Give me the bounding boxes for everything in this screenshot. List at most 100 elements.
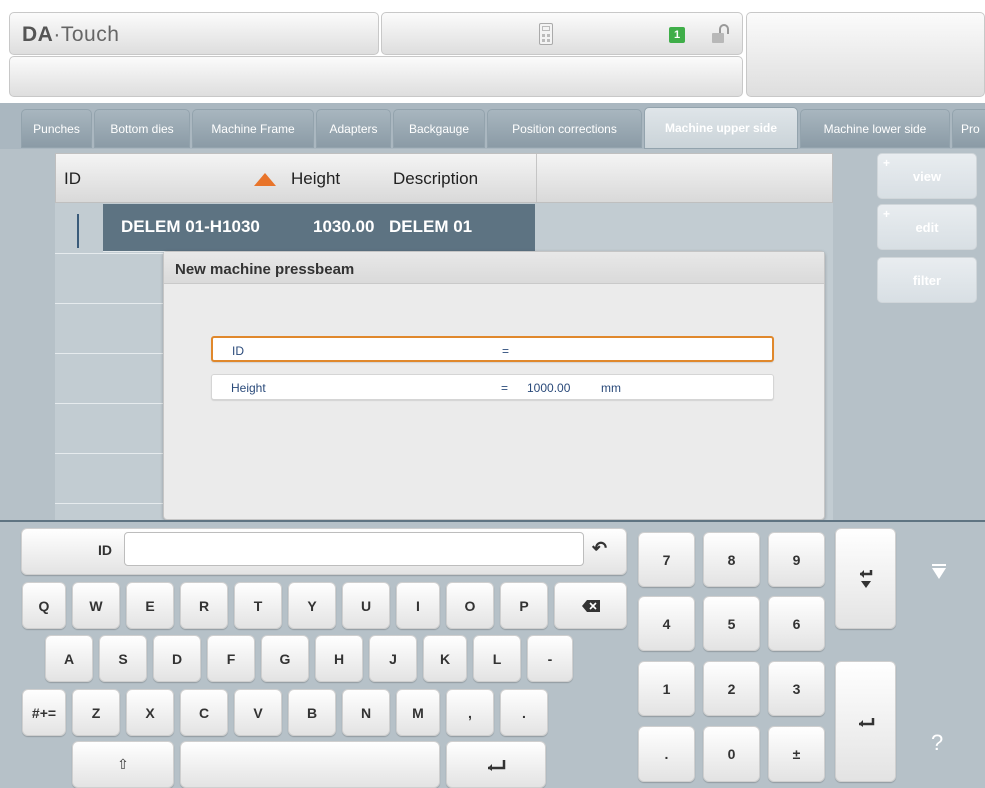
new-pressbeam-dialog: New machine pressbeam ID = Height = 1000… [163, 251, 825, 520]
view-button-label: view [912, 168, 942, 184]
edit-button[interactable]: + edit [877, 204, 977, 250]
key-t[interactable]: T [234, 582, 282, 629]
message-bar [9, 56, 743, 97]
undo-icon[interactable]: ↶ [592, 538, 607, 559]
table-header: ID Height Description [55, 153, 833, 203]
enter-next-key[interactable] [835, 528, 896, 629]
enter-confirm-key[interactable] [835, 661, 896, 782]
key-period[interactable]: . [500, 689, 548, 736]
key-d[interactable]: D [153, 635, 201, 682]
key-7[interactable]: 7 [638, 532, 695, 587]
key-dash[interactable]: - [527, 635, 573, 682]
tab-machine-frame[interactable]: Machine Frame [192, 109, 314, 148]
height-field[interactable]: Height = 1000.00 mm [211, 374, 774, 400]
key-y[interactable]: Y [288, 582, 336, 629]
table-row[interactable]: DELEM 01-H1030 1030.00 DELEM 01 [103, 204, 535, 252]
key-s[interactable]: S [99, 635, 147, 682]
key-w[interactable]: W [72, 582, 120, 629]
height-field-value: 1000.00 [527, 381, 571, 395]
app-window: { "header": { "logo_bold": "DA", "logo_r… [0, 0, 985, 788]
status-area: 1 [381, 12, 743, 55]
sort-ascending-icon [254, 173, 276, 186]
on-screen-keyboard: ID ↶ Q W E R T Y U I O P A S D F G H J K… [0, 520, 985, 788]
key-5[interactable]: 5 [703, 596, 760, 651]
key-plus-minus[interactable]: ± [768, 726, 825, 782]
height-field-label: Height [231, 381, 266, 395]
key-e[interactable]: E [126, 582, 174, 629]
calculator-icon[interactable] [539, 23, 553, 45]
height-field-equals: = [501, 381, 509, 395]
key-h[interactable]: H [315, 635, 363, 682]
cell-description: DELEM 01 [389, 217, 473, 236]
key-1[interactable]: 1 [638, 661, 695, 716]
tab-backgauge[interactable]: Backgauge [393, 109, 485, 148]
cell-id: DELEM 01-H1030 [121, 217, 260, 236]
column-header-id[interactable]: ID [64, 169, 81, 189]
key-f[interactable]: F [207, 635, 255, 682]
key-l[interactable]: L [473, 635, 521, 682]
column-header-description[interactable]: Description [393, 169, 478, 189]
tab-pro[interactable]: Pro [952, 109, 985, 148]
tab-machine-upper-side[interactable]: Machine upper side [644, 107, 798, 149]
key-decimal[interactable]: . [638, 726, 695, 782]
help-button[interactable]: ? [931, 730, 943, 756]
height-field-unit: mm [601, 381, 621, 395]
plus-icon: + [883, 207, 891, 221]
hide-keyboard-icon[interactable] [932, 564, 946, 580]
key-2[interactable]: 2 [703, 661, 760, 716]
id-field-label: ID [232, 344, 244, 358]
unlocked-padlock-icon[interactable] [710, 24, 732, 46]
filter-button[interactable]: filter [877, 257, 977, 303]
key-8[interactable]: 8 [703, 532, 760, 587]
key-0[interactable]: 0 [703, 726, 760, 782]
key-6[interactable]: 6 [768, 596, 825, 651]
space-key[interactable] [180, 741, 440, 788]
cell-height: 1030.00 [313, 217, 375, 236]
tab-machine-lower-side[interactable]: Machine lower side [800, 109, 950, 148]
key-p[interactable]: P [500, 582, 548, 629]
view-button[interactable]: + view [877, 153, 977, 199]
shift-key[interactable]: ⇧ [72, 741, 174, 788]
enter-icon [858, 717, 874, 727]
key-u[interactable]: U [342, 582, 390, 629]
keyboard-input[interactable] [124, 532, 584, 566]
key-v[interactable]: V [234, 689, 282, 736]
tab-position-corrections[interactable]: Position corrections [487, 109, 642, 148]
key-c[interactable]: C [180, 689, 228, 736]
key-z[interactable]: Z [72, 689, 120, 736]
title-area: DA·Touch [9, 12, 379, 55]
column-header-height[interactable]: Height [291, 169, 340, 189]
dialog-title: New machine pressbeam [164, 252, 824, 284]
tab-bottom-dies[interactable]: Bottom dies [94, 109, 190, 148]
tab-punches[interactable]: Punches [21, 109, 92, 148]
header-right-panel [746, 12, 985, 97]
key-j[interactable]: J [369, 635, 417, 682]
key-a[interactable]: A [45, 635, 93, 682]
key-m[interactable]: M [396, 689, 440, 736]
key-k[interactable]: K [423, 635, 467, 682]
enter-key[interactable] [446, 741, 546, 788]
key-q[interactable]: Q [22, 582, 66, 629]
key-i[interactable]: I [396, 582, 440, 629]
key-9[interactable]: 9 [768, 532, 825, 587]
key-g[interactable]: G [261, 635, 309, 682]
filter-button-label: filter [912, 272, 942, 288]
key-o[interactable]: O [446, 582, 494, 629]
id-field[interactable]: ID = [211, 336, 774, 362]
tab-adapters[interactable]: Adapters [316, 109, 391, 148]
selection-marker [77, 214, 79, 248]
key-comma[interactable]: , [446, 689, 494, 736]
id-field-equals: = [502, 344, 510, 358]
app-logo: DA·Touch [22, 23, 120, 46]
column-divider [536, 154, 537, 202]
key-3[interactable]: 3 [768, 661, 825, 716]
key-r[interactable]: R [180, 582, 228, 629]
backspace-key[interactable] [554, 582, 627, 629]
plus-icon: + [883, 156, 891, 170]
key-4[interactable]: 4 [638, 596, 695, 651]
backspace-icon [581, 599, 600, 612]
key-symbols[interactable]: #+= [22, 689, 66, 736]
key-b[interactable]: B [288, 689, 336, 736]
key-x[interactable]: X [126, 689, 174, 736]
key-n[interactable]: N [342, 689, 390, 736]
